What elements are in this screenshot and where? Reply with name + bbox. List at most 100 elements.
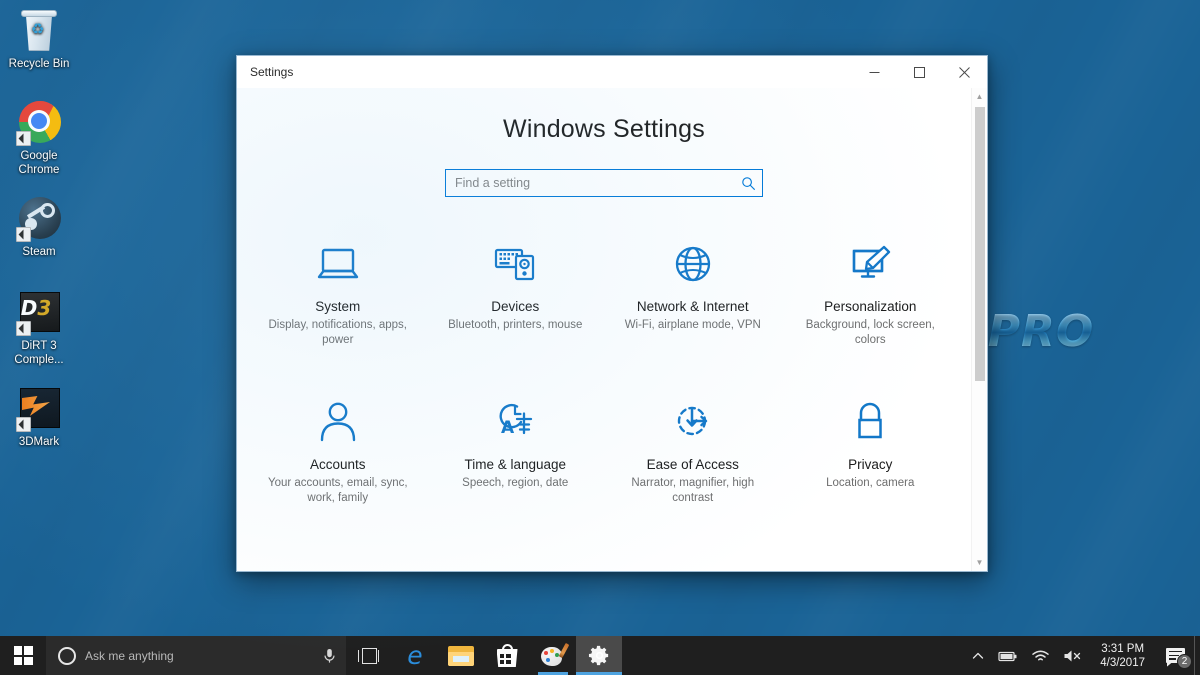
- taskbar-clock[interactable]: 3:31 PM 4/3/2017: [1089, 636, 1156, 675]
- tray-network-button[interactable]: [1025, 636, 1056, 675]
- tile-description: Display, notifications, apps, power: [268, 319, 408, 346]
- tile-description: Speech, region, date: [462, 477, 569, 489]
- settings-tile-system[interactable]: System Display, notifications, apps, pow…: [249, 232, 427, 356]
- clock-time: 3:31 PM: [1101, 642, 1145, 655]
- tray-chevron-up-button[interactable]: [965, 636, 991, 675]
- window-title: Settings: [250, 65, 294, 79]
- 3dmark-icon: [16, 386, 62, 432]
- tile-title: Privacy: [848, 457, 893, 472]
- tile-description: Your accounts, email, sync, work, family: [267, 477, 408, 504]
- ease-of-access-icon: [669, 398, 717, 446]
- desktop-icon-recycle-bin[interactable]: ♻ Recycle Bin: [0, 8, 78, 72]
- taskbar-item-settings[interactable]: [576, 636, 622, 675]
- desktop-icon-3dmark[interactable]: 3DMark: [0, 386, 78, 450]
- windows-logo-icon: [13, 646, 33, 665]
- tile-title: Personalization: [824, 299, 917, 314]
- vertical-scrollbar[interactable]: ▲ ▼: [971, 88, 987, 571]
- close-button[interactable]: [942, 57, 987, 88]
- microphone-icon[interactable]: [323, 648, 336, 664]
- search-box[interactable]: [445, 169, 763, 197]
- scrollbar-track[interactable]: [972, 105, 988, 554]
- taskbar-item-microsoft-store[interactable]: [484, 636, 530, 675]
- tile-description: Background, lock screen, colors: [805, 319, 935, 346]
- tile-title: Accounts: [309, 457, 366, 472]
- dirt3-icon: D3: [16, 290, 62, 336]
- minimize-button[interactable]: [852, 57, 897, 88]
- desktop-icon-label: Recycle Bin: [8, 58, 70, 70]
- desktop-icon-label-line1: Google: [20, 150, 58, 162]
- settings-tile-network[interactable]: Network & Internet Wi-Fi, airplane mode,…: [604, 232, 782, 356]
- tray-volume-button[interactable]: [1056, 636, 1089, 675]
- file-explorer-icon: [448, 645, 474, 666]
- start-button[interactable]: [0, 636, 46, 675]
- shortcut-overlay-icon: [16, 417, 31, 432]
- taskbar-item-file-explorer[interactable]: [438, 636, 484, 675]
- settings-tile-ease-of-access[interactable]: Ease of Access Narrator, magnifier, high…: [604, 390, 782, 514]
- cortana-placeholder: Ask me anything: [85, 648, 174, 663]
- monitor-brush-icon: [846, 240, 894, 288]
- scrollbar-thumb[interactable]: [974, 107, 985, 381]
- task-view-icon: [358, 647, 380, 664]
- maximize-button[interactable]: [897, 57, 942, 88]
- lock-icon: [846, 398, 894, 446]
- person-icon: [314, 398, 362, 446]
- page-title: Windows Settings: [503, 115, 705, 143]
- scroll-down-arrow-icon[interactable]: ▼: [972, 554, 988, 571]
- tray-battery-button[interactable]: [991, 636, 1025, 675]
- settings-tile-time-language[interactable]: A Time & language Speech, region, date: [427, 390, 605, 514]
- recycle-bin-icon: ♻: [16, 8, 62, 54]
- system-tray: 3:31 PM 4/3/2017 2: [965, 636, 1200, 675]
- google-chrome-icon: [16, 100, 62, 146]
- taskbar-item-paint-3d[interactable]: [530, 636, 576, 675]
- shortcut-overlay-icon: [16, 131, 31, 146]
- tile-title: System: [315, 299, 361, 314]
- edge-icon: e: [407, 641, 423, 670]
- settings-tile-accounts[interactable]: Accounts Your accounts, email, sync, wor…: [249, 390, 427, 514]
- shortcut-overlay-icon: [16, 321, 31, 336]
- desktop-icon-google-chrome[interactable]: Google Chrome: [0, 100, 78, 177]
- laptop-icon: [314, 240, 362, 288]
- settings-tile-devices[interactable]: Devices Bluetooth, printers, mouse: [427, 232, 605, 356]
- desktop-icon-dirt-3[interactable]: D3 DiRT 3 Comple...: [0, 290, 78, 367]
- svg-text:A: A: [501, 418, 515, 438]
- tile-title: Devices: [491, 299, 540, 314]
- settings-tile-privacy[interactable]: Privacy Location, camera: [782, 390, 960, 514]
- settings-gear-icon: [588, 644, 611, 667]
- tile-description: Bluetooth, printers, mouse: [448, 319, 583, 331]
- action-center-button[interactable]: 2: [1156, 636, 1194, 675]
- taskbar: Ask me anything e 3:31 PM 4/3/2017 2: [0, 636, 1200, 675]
- taskbar-item-edge[interactable]: e: [392, 636, 438, 675]
- desktop[interactable]: SPRO ♻ Recycle Bin Google Chrome Steam D…: [0, 0, 1200, 675]
- desktop-icon-label: 3DMark: [18, 436, 60, 448]
- shortcut-overlay-icon: [16, 227, 31, 242]
- desktop-icon-label-line2: Chrome: [18, 163, 60, 176]
- wifi-icon: [1032, 650, 1049, 660]
- window-body: Windows Settings Find a setting System D…: [237, 88, 987, 571]
- desktop-icon-steam[interactable]: Steam: [0, 196, 78, 260]
- settings-tile-personalization[interactable]: Personalization Background, lock screen,…: [782, 232, 960, 356]
- desktop-icon-label-line2: Comple...: [14, 353, 64, 366]
- scroll-up-arrow-icon[interactable]: ▲: [972, 88, 988, 105]
- cortana-search-box[interactable]: Ask me anything: [46, 636, 346, 675]
- cortana-ring-icon: [58, 646, 76, 665]
- search-icon[interactable]: [737, 176, 756, 191]
- chevron-up-icon: [973, 652, 984, 659]
- tile-title: Time & language: [464, 457, 567, 472]
- volume-muted-icon: [1064, 650, 1081, 661]
- task-view-button[interactable]: [346, 636, 392, 675]
- tile-title: Ease of Access: [646, 457, 739, 472]
- show-desktop-button[interactable]: [1194, 636, 1200, 675]
- maximize-icon: [914, 66, 925, 78]
- tile-description: Location, camera: [826, 477, 915, 489]
- search-row: [237, 169, 971, 197]
- desktop-icon-label: Steam: [22, 246, 56, 258]
- settings-tiles-grid: System Display, notifications, apps, pow…: [237, 232, 971, 514]
- steam-icon: [16, 196, 62, 242]
- paint-3d-icon: [541, 642, 570, 667]
- search-input[interactable]: [455, 176, 737, 190]
- battery-icon: [998, 651, 1017, 661]
- settings-content: Windows Settings Find a setting System D…: [237, 88, 987, 571]
- tile-title: Network & Internet: [636, 299, 749, 314]
- window-titlebar[interactable]: Settings: [237, 56, 987, 88]
- minimize-icon: [869, 71, 880, 73]
